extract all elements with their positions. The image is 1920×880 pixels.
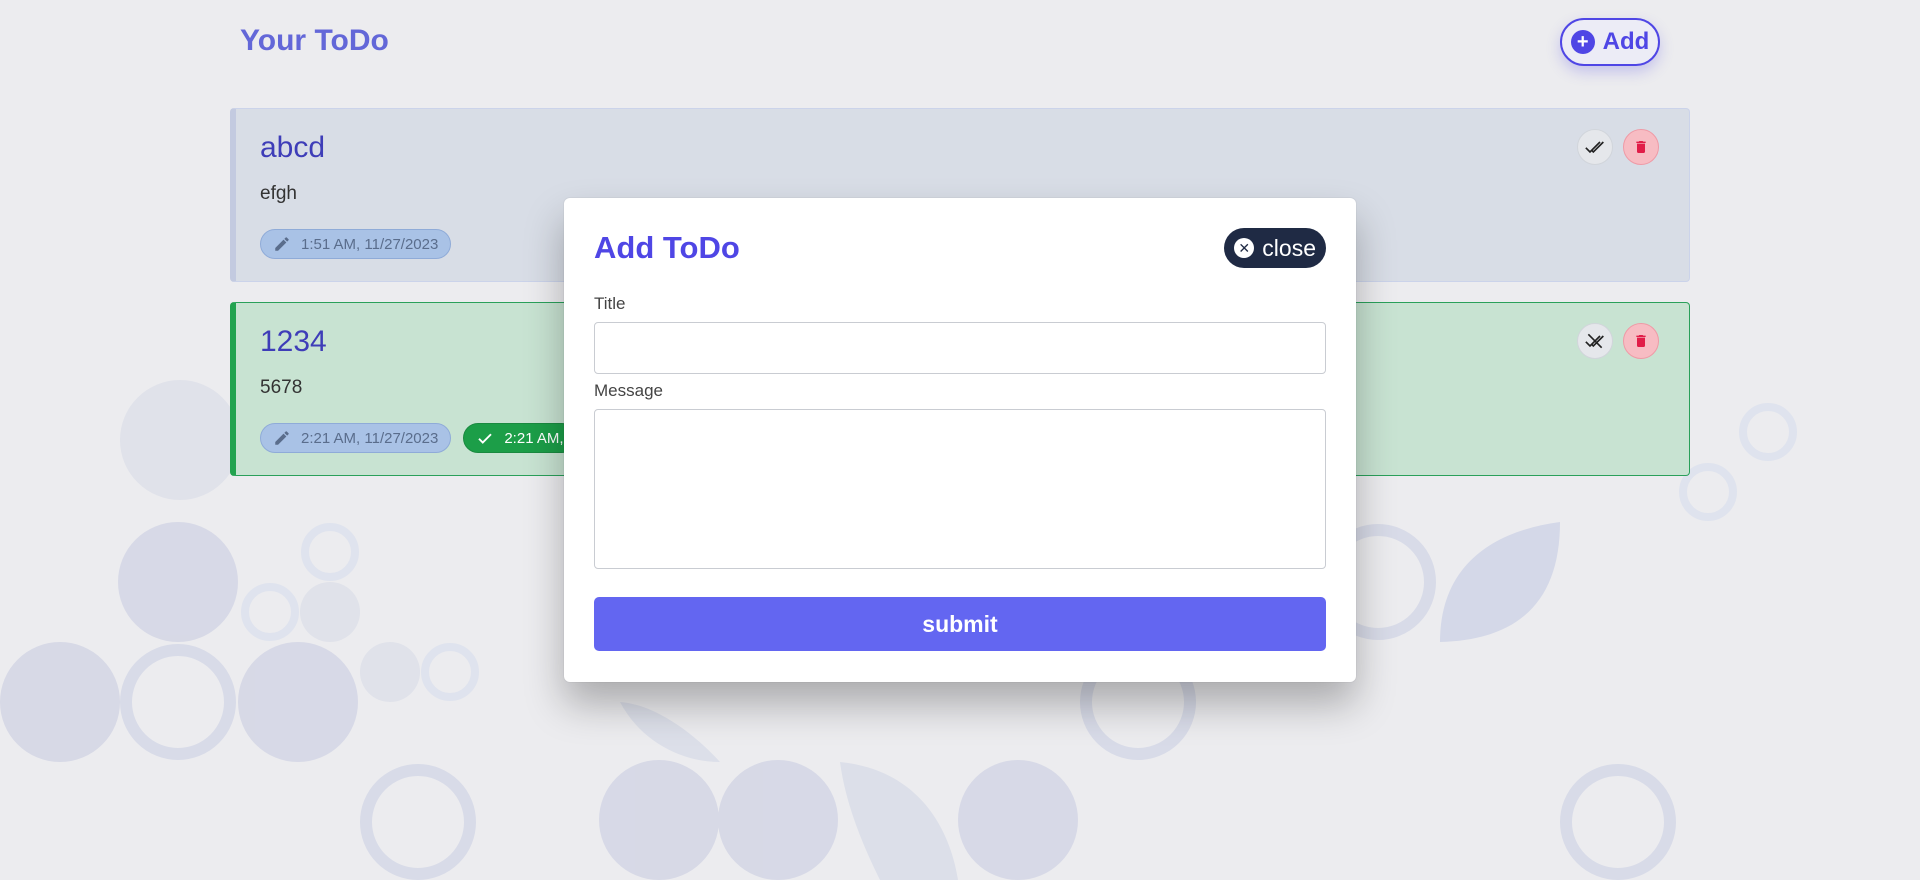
title-input[interactable]: [594, 322, 1326, 374]
message-textarea[interactable]: [594, 409, 1326, 569]
message-label: Message: [594, 381, 663, 400]
close-circle-icon: ✕: [1234, 238, 1255, 258]
close-button[interactable]: ✕ close: [1224, 228, 1326, 268]
submit-button[interactable]: submit: [594, 597, 1326, 651]
modal-overlay[interactable]: Add ToDo ✕ close Title Message submit: [0, 0, 1920, 880]
modal-title: Add ToDo: [594, 230, 740, 265]
close-button-label: close: [1262, 234, 1316, 261]
title-label: Title: [594, 294, 626, 313]
add-todo-modal: Add ToDo ✕ close Title Message submit: [564, 198, 1356, 682]
